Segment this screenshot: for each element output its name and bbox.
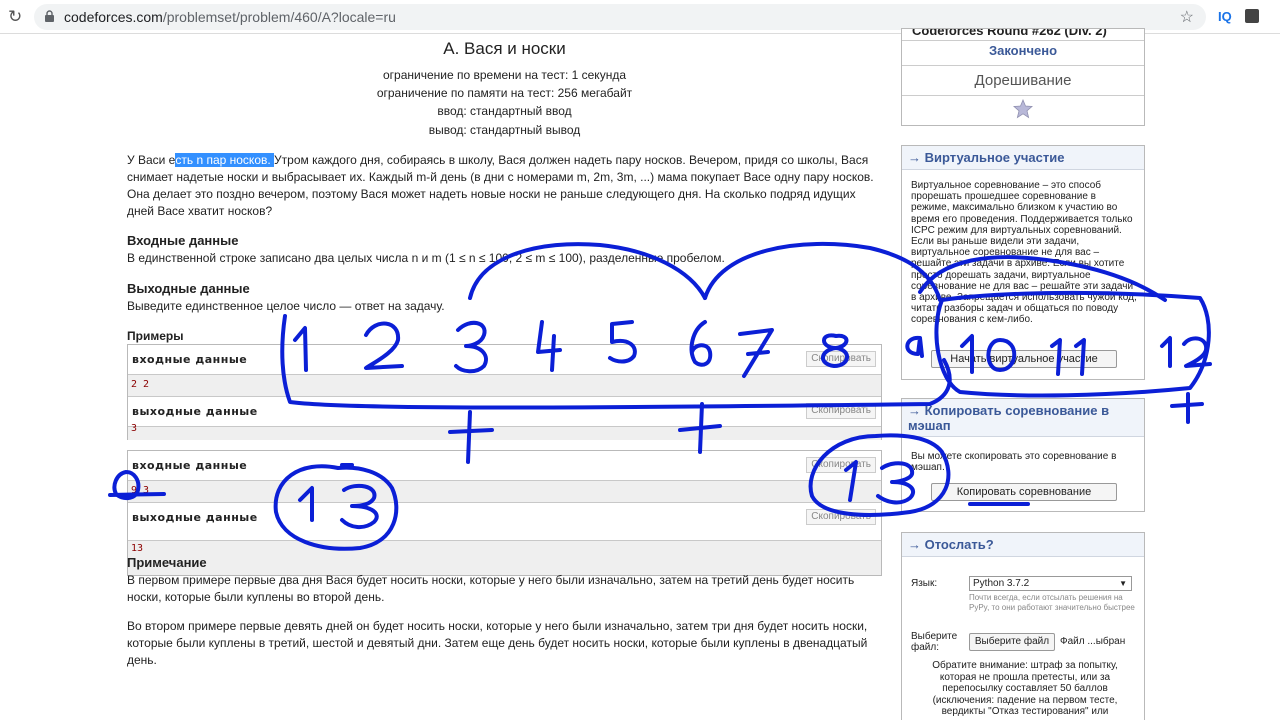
copy-contest-button[interactable]: Копировать соревнование bbox=[931, 483, 1117, 501]
virtual-text: Виртуальное соревнование – это способ пр… bbox=[911, 180, 1137, 326]
url-text: codeforces.com/problemset/problem/460/A?… bbox=[64, 9, 396, 25]
bookmark-star-icon[interactable]: ☆ bbox=[1180, 7, 1194, 27]
input-file: ввод: стандартный ввод bbox=[437, 104, 572, 118]
sample-input-value: 2 2 bbox=[131, 379, 150, 390]
submit-box: → Отослать? Язык: Python 3.7.2 ▼ Почти в… bbox=[901, 532, 1145, 720]
sample-output-body: 3 bbox=[128, 423, 881, 440]
ink-plus-3 bbox=[1170, 392, 1204, 424]
copy-mashup-box: → Копировать соревнование в мэшап Вы мож… bbox=[901, 398, 1145, 512]
url-host: codeforces.com bbox=[64, 9, 163, 25]
start-virtual-button[interactable]: Начать виртуальное участие bbox=[931, 350, 1117, 368]
reload-icon[interactable]: ↻ bbox=[8, 8, 22, 25]
sample-input-body: 2 2 bbox=[128, 375, 881, 397]
legend-part-1: У Васи е bbox=[127, 153, 176, 167]
note-title: Примечание bbox=[127, 555, 207, 570]
sample-input-body: 9 3 bbox=[128, 481, 881, 503]
sample-test-2: входные данные Скопировать 9 3 выходные … bbox=[127, 450, 882, 576]
sample-output-value: 13 bbox=[131, 543, 144, 554]
chevron-down-icon: ▼ bbox=[1119, 579, 1127, 588]
sample-input-label: входные данные bbox=[132, 353, 248, 366]
practice-link[interactable]: Дорешивание bbox=[902, 72, 1144, 89]
note-paragraph-1: В первом примере первые два дня Вася буд… bbox=[127, 573, 855, 604]
examples-title: Примеры bbox=[127, 329, 184, 343]
input-spec-title: Входные данные bbox=[127, 233, 239, 248]
language-hint: Почти всегда, если отсылать решения на P… bbox=[969, 593, 1135, 612]
legend-selection: сть n пар носков. bbox=[175, 153, 275, 167]
sample-input-header: входные данные Скопировать bbox=[128, 345, 881, 375]
output-spec-title: Выходные данные bbox=[127, 281, 250, 296]
extension-icon[interactable] bbox=[1245, 9, 1259, 23]
sample-input-value: 9 3 bbox=[131, 485, 150, 496]
contest-status: Закончено bbox=[988, 43, 1058, 58]
sample-input-header: входные данные Скопировать bbox=[128, 451, 881, 481]
sample-test-1: входные данные Скопировать 2 2 выходные … bbox=[127, 344, 882, 440]
attention-note: Обратите внимание: штраф за попытку, кот… bbox=[932, 660, 1118, 717]
copy-input-button[interactable]: Скопировать bbox=[806, 351, 876, 367]
file-status: Файл ...ыбран bbox=[1060, 636, 1126, 647]
language-label: Язык: bbox=[911, 578, 938, 589]
copy-text: Вы можете скопировать это соревнование в… bbox=[911, 451, 1117, 474]
copy-title: → Копировать соревнование в мэшап bbox=[908, 403, 1110, 433]
problem-title: A. Вася и носки bbox=[443, 39, 566, 58]
submit-title: → Отослать? bbox=[908, 537, 994, 552]
legend-text: У Васи есть n пар носков. Утром каждого … bbox=[127, 152, 882, 220]
iq-extension-icon[interactable]: IQ bbox=[1218, 9, 1232, 24]
input-spec-text: В единственной строке записано два целых… bbox=[127, 251, 725, 265]
time-limit: ограничение по времени на тест: 1 секунд… bbox=[382, 68, 626, 82]
ink-digit-12 bbox=[1160, 336, 1212, 368]
sample-input-label: входные данные bbox=[132, 459, 248, 472]
sample-output-header: выходные данные Скопировать bbox=[128, 503, 881, 541]
language-select[interactable]: Python 3.7.2 ▼ bbox=[969, 576, 1132, 591]
choose-file-button[interactable]: Выберите файл bbox=[969, 633, 1055, 651]
sample-output-body: 13 bbox=[128, 541, 881, 575]
sample-output-header: выходные данные Скопировать bbox=[128, 397, 881, 427]
output-spec-text: Выведите единственное целое число — отве… bbox=[127, 299, 445, 313]
favorite-star-icon[interactable] bbox=[1013, 99, 1033, 119]
lock-icon bbox=[45, 10, 54, 22]
contest-name[interactable]: Codeforces Round #262 (Div. 2) bbox=[912, 29, 1107, 38]
virtual-title: → Виртуальное участие bbox=[908, 150, 1065, 165]
memory-limit: ограничение по памяти на тест: 256 мегаб… bbox=[376, 86, 633, 100]
file-label: Выберите файл: bbox=[911, 631, 958, 653]
copy-output-button[interactable]: Скопировать bbox=[806, 403, 876, 419]
address-bar[interactable]: codeforces.com/problemset/problem/460/A?… bbox=[34, 4, 1206, 30]
copy-output-button[interactable]: Скопировать bbox=[806, 509, 876, 525]
sample-output-value: 3 bbox=[131, 423, 138, 434]
sample-output-label: выходные данные bbox=[132, 511, 258, 524]
contest-info-box: Codeforces Round #262 (Div. 2) Закончено… bbox=[901, 28, 1145, 126]
language-select-value: Python 3.7.2 bbox=[973, 578, 1030, 589]
url-path: /problemset/problem/460/A?locale=ru bbox=[162, 9, 396, 25]
copy-input-button[interactable]: Скопировать bbox=[806, 457, 876, 473]
output-file: вывод: стандартный вывод bbox=[428, 123, 581, 137]
sample-output-label: выходные данные bbox=[132, 405, 258, 418]
note-paragraph-2: Во втором примере первые девять дней он … bbox=[127, 619, 868, 667]
virtual-participation-box: → Виртуальное участие Виртуальное соревн… bbox=[901, 145, 1145, 380]
